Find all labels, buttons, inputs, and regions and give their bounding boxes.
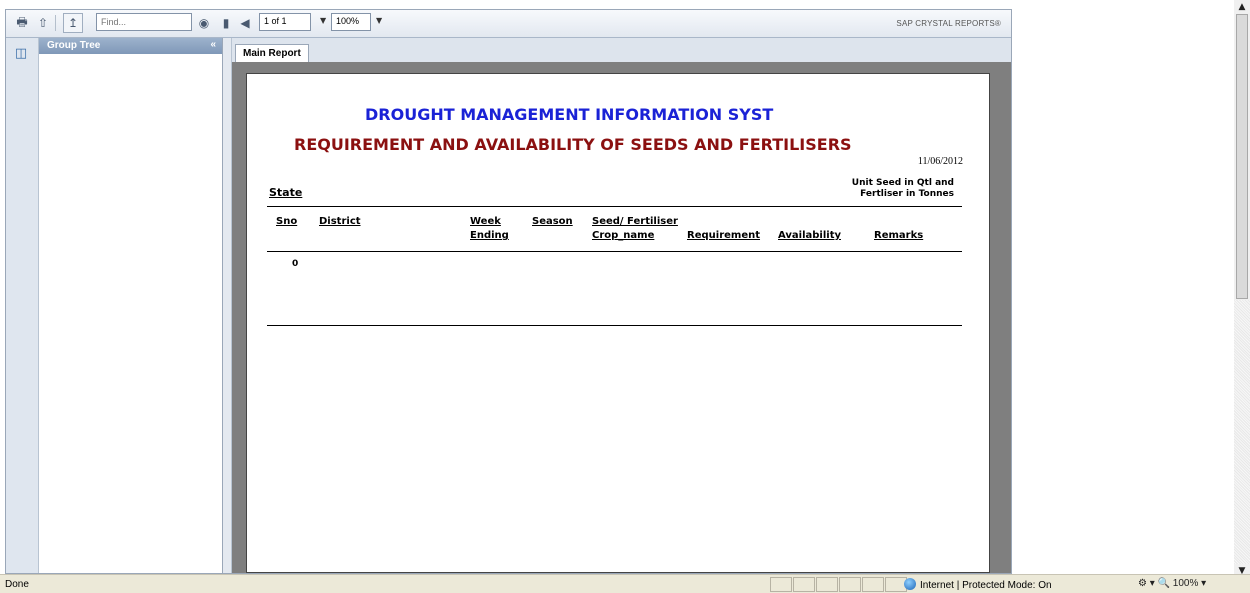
col-week: Week <box>470 216 501 227</box>
col-season: Season <box>532 216 573 227</box>
group-tree-header: Group Tree « <box>39 38 222 54</box>
col-crop-name: Crop_name <box>592 230 655 241</box>
status-cell <box>816 577 838 592</box>
col-sno: Sno <box>276 216 298 227</box>
page-number-field[interactable]: 1 of 1 <box>259 13 311 31</box>
report-date: 11/06/2012 <box>917 156 963 167</box>
col-district: District <box>319 216 361 227</box>
zoom-field[interactable]: 100% <box>331 13 371 31</box>
status-cell <box>770 577 792 592</box>
report-page: DROUGHT MANAGEMENT INFORMATION SYST REQU… <box>246 73 990 573</box>
unit-note-line2: Fertliser in Tonnes <box>860 189 954 199</box>
scroll-up-icon[interactable]: ▲ <box>1234 0 1250 14</box>
zoom-control[interactable]: ⚙ ▾ 🔍 100% ▾ <box>1138 578 1206 589</box>
browser-status-bar: Done Internet | Protected Mode: On ⚙ ▾ 🔍… <box>0 574 1250 593</box>
col-requirement: Requirement <box>687 230 761 241</box>
col-availability: Availability <box>778 230 841 241</box>
protected-mode-icon[interactable]: ⚙ ▾ <box>1138 578 1155 589</box>
footer-rule <box>267 325 962 326</box>
tab-main-report[interactable]: Main Report <box>235 44 309 63</box>
globe-icon <box>904 578 916 590</box>
brand-label: SAP CRYSTAL REPORTS® <box>896 19 1001 28</box>
collapse-icon[interactable]: « <box>210 39 216 50</box>
previous-page-icon[interactable]: ◀ <box>235 13 255 33</box>
security-zone[interactable]: Internet | Protected Mode: On <box>904 578 1052 591</box>
export-icon[interactable]: ⇧ <box>33 13 53 33</box>
security-zone-label: Internet | Protected Mode: On <box>920 580 1052 591</box>
first-page-icon[interactable]: ▮ <box>216 13 236 33</box>
group-tree-title: Group Tree <box>47 40 101 51</box>
group-tree-icon[interactable]: ◫ <box>12 46 30 64</box>
drilldown-up-icon[interactable]: ↥ <box>63 13 83 33</box>
panel-splitter[interactable] <box>223 38 232 573</box>
viewer-toolbar: 🖶 ⇧ ↥ ◉ ▮ ◀ 1 of 1 ▼ 100% ▼ SAP CRYSTAL … <box>6 10 1011 38</box>
status-cell <box>839 577 861 592</box>
print-icon[interactable]: 🖶 <box>12 13 32 33</box>
report-tab-strip: Main Report <box>232 38 1011 63</box>
col-remarks: Remarks <box>874 230 924 241</box>
state-label: State <box>269 186 303 199</box>
col-week-ending: Ending <box>470 230 509 241</box>
scroll-thumb[interactable] <box>1236 14 1248 299</box>
toolbar-separator <box>55 15 56 31</box>
search-binoculars-icon[interactable]: ◉ <box>194 13 214 33</box>
header-rule <box>267 206 962 207</box>
col-seed-fertiliser: Seed/ Fertiliser <box>592 216 678 227</box>
group-tree-panel: Group Tree « <box>39 38 223 573</box>
row-sno-value: 0 <box>292 259 299 269</box>
page-dropdown-icon[interactable]: ▼ <box>320 16 326 25</box>
page-scrollbar[interactable]: ▲ ▼ <box>1234 0 1250 578</box>
status-text: Done <box>5 579 29 590</box>
columns-rule <box>267 251 962 252</box>
unit-note: Unit Seed in Qtl and Fertliser in Tonnes <box>834 178 954 200</box>
zoom-icon: 🔍 <box>1157 578 1170 589</box>
report-title: DROUGHT MANAGEMENT INFORMATION SYST <box>365 105 774 124</box>
browser-zoom-level: 100% <box>1172 578 1199 589</box>
zoom-dropdown-icon[interactable]: ▼ <box>376 16 382 25</box>
find-input[interactable] <box>96 13 192 31</box>
scroll-track[interactable] <box>1234 300 1250 564</box>
status-cell <box>862 577 884 592</box>
unit-note-line1: Unit Seed in Qtl and <box>851 178 954 188</box>
group-tree-toggle-strip: ◫ <box>6 38 39 573</box>
report-subtitle: REQUIREMENT AND AVAILABILITY OF SEEDS AN… <box>294 135 852 154</box>
status-cell <box>793 577 815 592</box>
zoom-dropdown-arrow[interactable]: ▾ <box>1201 578 1206 589</box>
